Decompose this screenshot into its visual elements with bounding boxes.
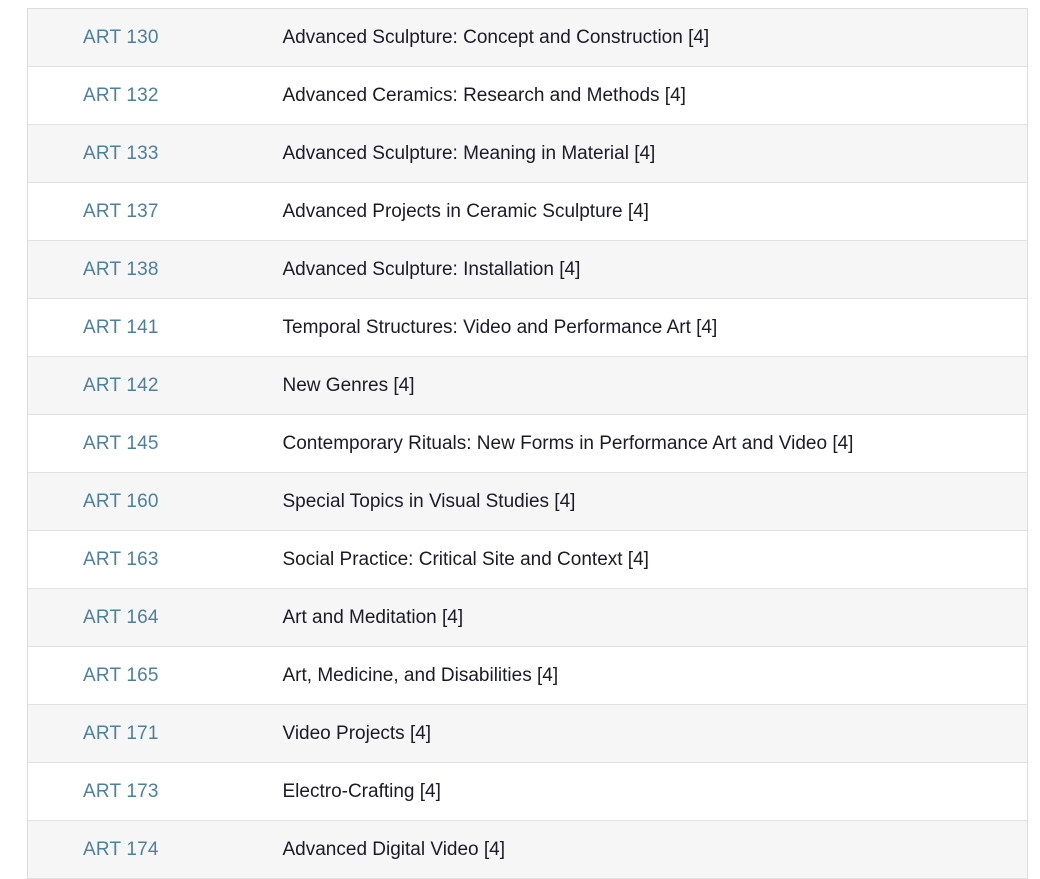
table-row: ART 137 Advanced Projects in Ceramic Scul… — [27, 182, 1028, 241]
course-title-cell: Special Topics in Visual Studies [4] — [282, 472, 1028, 531]
course-code-link[interactable]: ART 160 — [83, 489, 159, 514]
course-title-cell: Art, Medicine, and Disabilities [4] — [282, 646, 1028, 705]
course-title-cell: Video Projects [4] — [282, 704, 1028, 763]
course-code-link[interactable]: ART 141 — [83, 315, 159, 340]
course-code-link[interactable]: ART 171 — [83, 721, 159, 746]
course-title-cell: Advanced Sculpture: Concept and Construc… — [282, 8, 1028, 67]
table-row: ART 171 Video Projects [4] — [27, 704, 1028, 763]
course-code-link[interactable]: ART 174 — [83, 837, 159, 862]
course-title-text: Advanced Sculpture: Meaning in Material … — [282, 143, 656, 164]
course-title-cell: Electro-Crafting [4] — [282, 762, 1028, 821]
course-code-link[interactable]: ART 137 — [83, 199, 159, 224]
course-listing-table: ART 130 Advanced Sculpture: Concept and C… — [27, 8, 1028, 879]
course-code-cell: ART 164 — [27, 588, 283, 647]
course-code-link[interactable]: ART 164 — [83, 605, 159, 630]
course-title-cell: Contemporary Rituals: New Forms in Perfo… — [282, 414, 1028, 473]
course-title-text: Art and Meditation [4] — [282, 607, 464, 628]
table-row: ART 163 Social Practice: Critical Site an… — [27, 530, 1028, 589]
course-table-container: ART 130 Advanced Sculpture: Concept and C… — [27, 8, 1028, 879]
course-code-cell: ART 130 — [27, 8, 283, 67]
table-row: ART 132 Advanced Ceramics: Research and M… — [27, 66, 1028, 125]
course-title-text: Special Topics in Visual Studies [4] — [282, 491, 576, 512]
table-row: ART 173 Electro-Crafting [4] — [27, 762, 1028, 821]
course-title-text: Advanced Projects in Ceramic Sculpture [… — [282, 201, 649, 222]
course-code-cell: ART 132 — [27, 66, 283, 125]
course-title-text: Advanced Digital Video [4] — [282, 839, 506, 860]
table-row: ART 160 Special Topics in Visual Studies … — [27, 472, 1028, 531]
course-title-text: Advanced Sculpture: Installation [4] — [282, 259, 581, 280]
course-code-cell: ART 133 — [27, 124, 283, 183]
course-code-link[interactable]: ART 173 — [83, 779, 159, 804]
course-code-cell: ART 137 — [27, 182, 283, 241]
course-code-cell: ART 145 — [27, 414, 283, 473]
table-row: ART 142 New Genres [4] — [27, 356, 1028, 415]
course-title-text: Advanced Sculpture: Concept and Construc… — [282, 27, 710, 48]
table-row: ART 133 Advanced Sculpture: Meaning in Ma… — [27, 124, 1028, 183]
course-title-text: Advanced Ceramics: Research and Methods … — [282, 85, 686, 106]
course-code-link[interactable]: ART 138 — [83, 257, 159, 282]
course-code-cell: ART 173 — [27, 762, 283, 821]
course-code-link[interactable]: ART 145 — [83, 431, 159, 456]
course-title-text: Contemporary Rituals: New Forms in Perfo… — [282, 433, 854, 454]
table-row: ART 141 Temporal Structures: Video and Pe… — [27, 298, 1028, 357]
course-title-text: Art, Medicine, and Disabilities [4] — [282, 665, 559, 686]
course-code-link[interactable]: ART 163 — [83, 547, 159, 572]
table-row: ART 164 Art and Meditation [4] — [27, 588, 1028, 647]
course-code-cell: ART 142 — [27, 356, 283, 415]
course-table-body: ART 130 Advanced Sculpture: Concept and C… — [27, 8, 1028, 879]
table-row: ART 165 Art, Medicine, and Disabilities [… — [27, 646, 1028, 705]
course-title-cell: Advanced Digital Video [4] — [282, 820, 1028, 879]
course-title-cell: Advanced Sculpture: Installation [4] — [282, 240, 1028, 299]
table-row: ART 174 Advanced Digital Video [4] — [27, 820, 1028, 879]
course-title-cell: Social Practice: Critical Site and Conte… — [282, 530, 1028, 589]
course-code-cell: ART 174 — [27, 820, 283, 879]
course-catalog-page: ART 130 Advanced Sculpture: Concept and C… — [0, 0, 1040, 879]
table-row: ART 145 Contemporary Rituals: New Forms i… — [27, 414, 1028, 473]
course-title-cell: Advanced Ceramics: Research and Methods … — [282, 66, 1028, 125]
course-title-text: Electro-Crafting [4] — [282, 781, 441, 802]
course-code-cell: ART 160 — [27, 472, 283, 531]
table-row: ART 138 Advanced Sculpture: Installation … — [27, 240, 1028, 299]
course-title-cell: Temporal Structures: Video and Performan… — [282, 298, 1028, 357]
course-title-cell: Art and Meditation [4] — [282, 588, 1028, 647]
course-code-cell: ART 141 — [27, 298, 283, 357]
table-row: ART 130 Advanced Sculpture: Concept and C… — [27, 8, 1028, 67]
course-title-cell: Advanced Sculpture: Meaning in Material … — [282, 124, 1028, 183]
course-code-link[interactable]: ART 165 — [83, 663, 159, 688]
course-title-cell: New Genres [4] — [282, 356, 1028, 415]
course-code-cell: ART 171 — [27, 704, 283, 763]
course-code-link[interactable]: ART 130 — [83, 25, 159, 50]
course-code-cell: ART 138 — [27, 240, 283, 299]
course-code-link[interactable]: ART 133 — [83, 141, 159, 166]
course-title-text: New Genres [4] — [282, 375, 415, 396]
course-code-cell: ART 165 — [27, 646, 283, 705]
course-title-text: Video Projects [4] — [282, 723, 432, 744]
course-code-cell: ART 163 — [27, 530, 283, 589]
course-title-text: Temporal Structures: Video and Performan… — [282, 317, 718, 338]
course-title-cell: Advanced Projects in Ceramic Sculpture [… — [282, 182, 1028, 241]
course-title-text: Social Practice: Critical Site and Conte… — [282, 549, 649, 570]
course-code-link[interactable]: ART 142 — [83, 373, 159, 398]
course-code-link[interactable]: ART 132 — [83, 83, 159, 108]
